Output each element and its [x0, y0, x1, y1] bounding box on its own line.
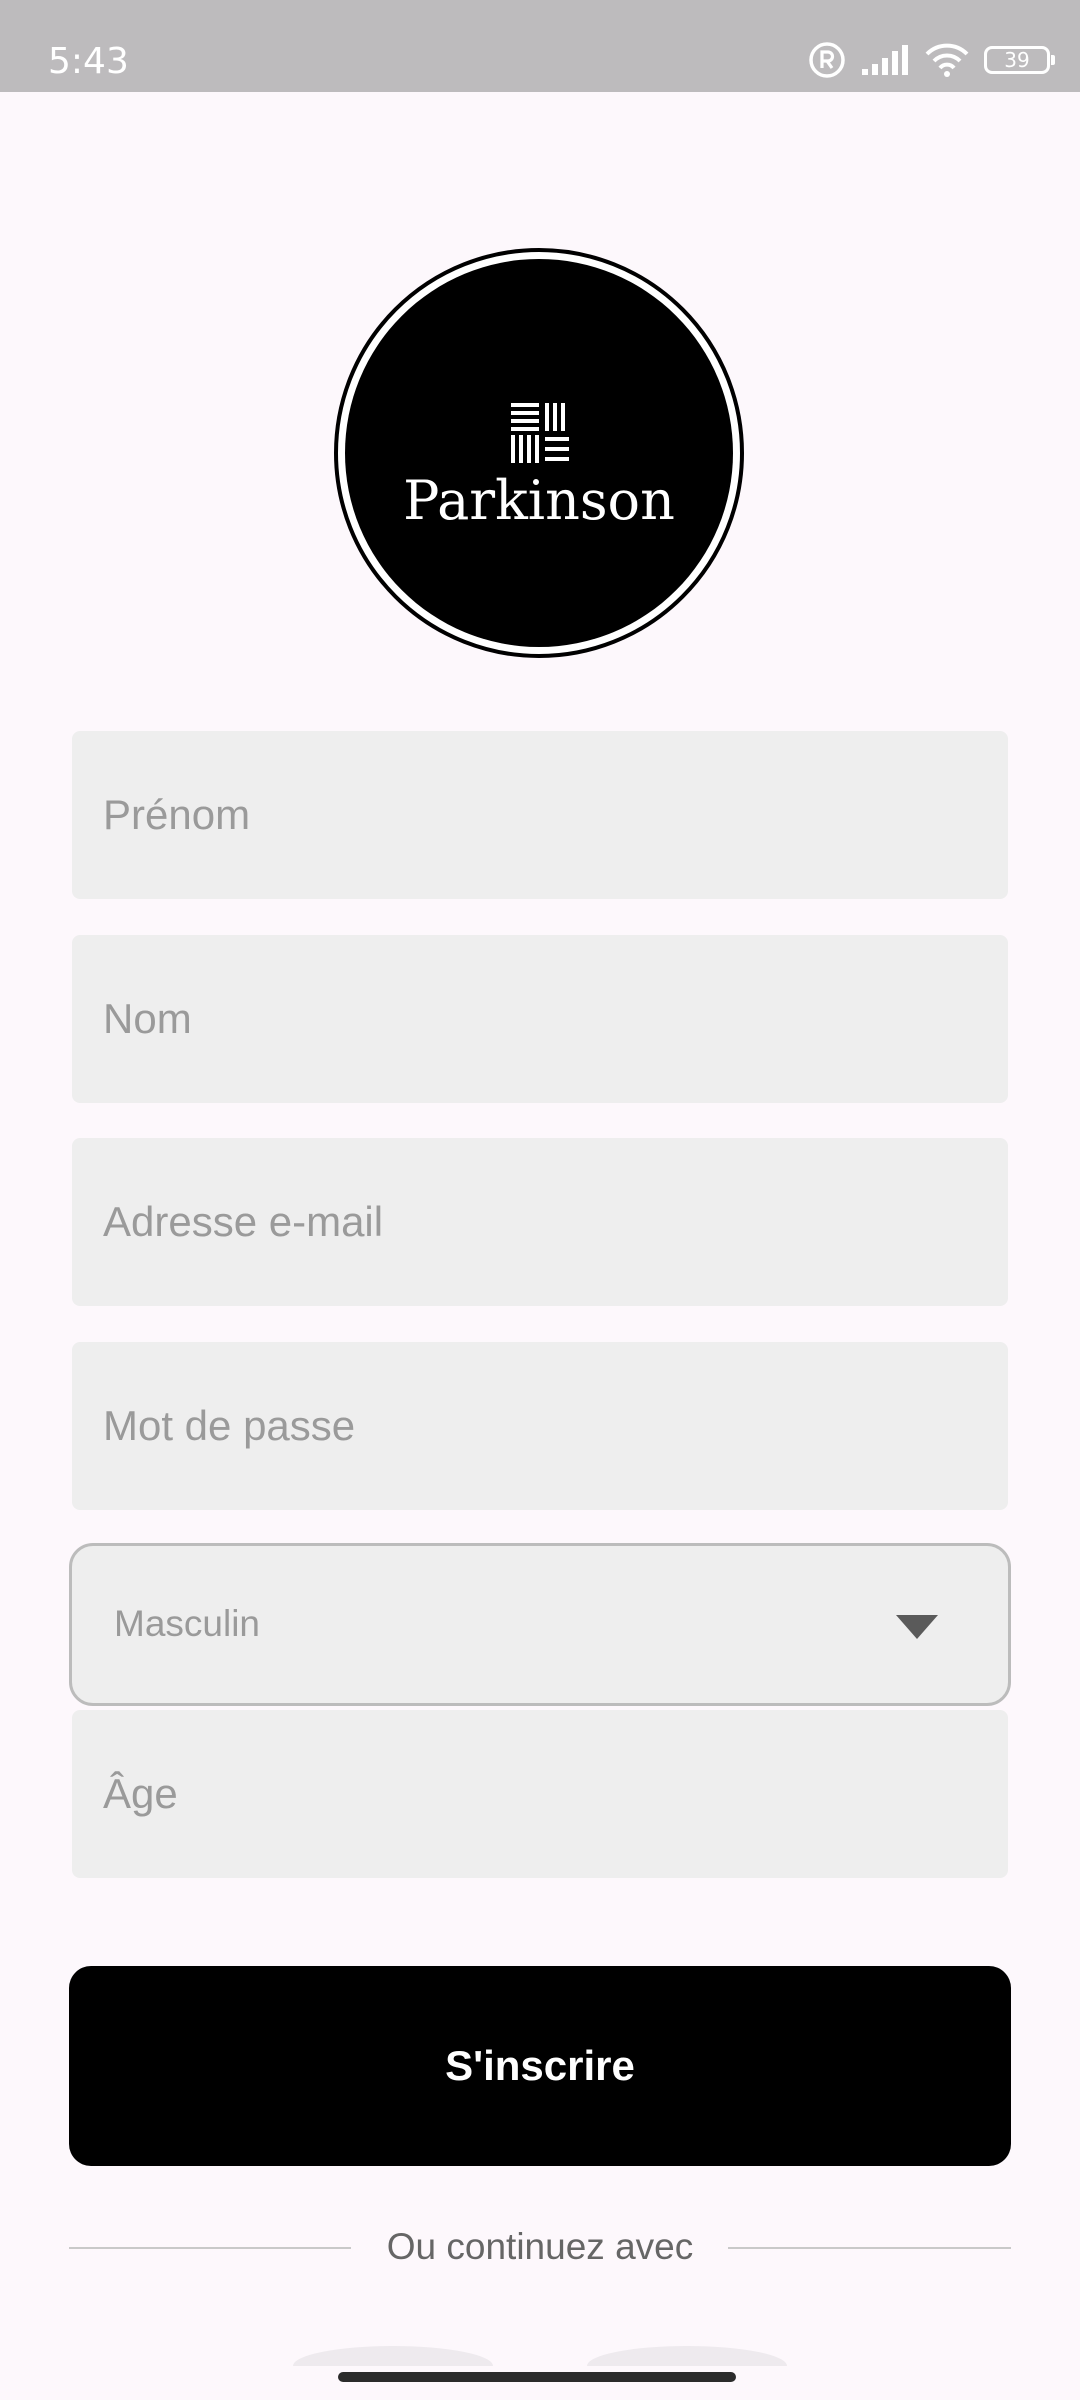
email-field — [72, 1138, 1008, 1306]
logo-mark-icon — [511, 403, 569, 463]
last-name-field — [72, 935, 1008, 1103]
chevron-down-icon — [896, 1615, 938, 1639]
status-time: 5:43 — [48, 41, 129, 82]
registered-icon — [808, 41, 846, 79]
first-name-field — [72, 731, 1008, 899]
gender-dropdown[interactable]: Masculin — [69, 1543, 1011, 1706]
signup-button[interactable]: S'inscrire — [69, 1966, 1011, 2166]
divider-line-left — [69, 2247, 351, 2249]
age-field — [72, 1710, 1008, 1878]
home-indicator[interactable] — [338, 2372, 736, 2382]
email-input[interactable] — [72, 1138, 1008, 1306]
divider-line-right — [728, 2247, 1011, 2249]
divider-text: Ou continuez avec — [386, 2226, 694, 2267]
social-login-button[interactable] — [293, 2346, 493, 2366]
age-input[interactable] — [72, 1710, 1008, 1878]
first-name-input[interactable] — [72, 731, 1008, 899]
logo-disc: Parkinson — [345, 259, 733, 647]
password-field — [72, 1342, 1008, 1510]
password-input[interactable] — [72, 1342, 1008, 1510]
signal-icon — [860, 43, 910, 77]
social-login-button[interactable] — [587, 2346, 787, 2366]
status-bar: 5:43 39 — [0, 0, 1080, 92]
battery-icon: 39 — [984, 46, 1055, 74]
last-name-input[interactable] — [72, 935, 1008, 1103]
logo-text: Parkinson — [403, 469, 675, 532]
wifi-icon — [924, 42, 970, 78]
status-icons: 39 — [808, 40, 1055, 80]
gender-selected-value: Masculin — [114, 1603, 260, 1644]
battery-level: 39 — [1004, 48, 1030, 72]
app-logo: Parkinson — [334, 248, 744, 658]
